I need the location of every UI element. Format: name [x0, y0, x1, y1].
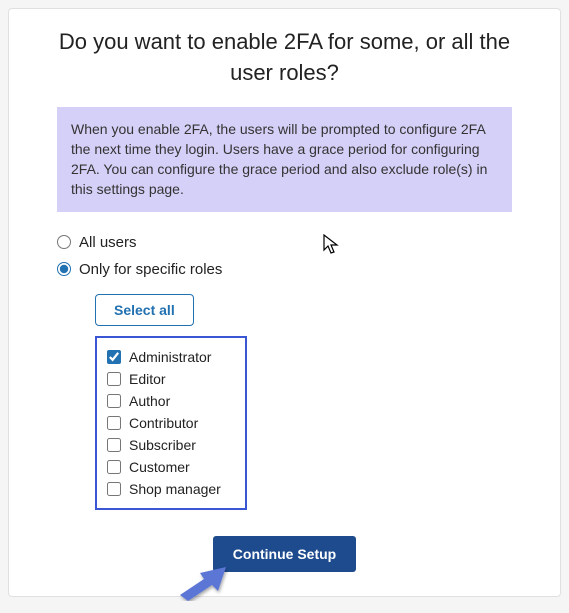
radio-specific-roles-input[interactable] [57, 262, 71, 276]
info-box: When you enable 2FA, the users will be p… [57, 107, 512, 212]
radio-all-users-label: All users [79, 234, 137, 251]
role-checkbox[interactable] [107, 350, 121, 364]
role-label: Shop manager [129, 481, 221, 497]
role-row[interactable]: Author [107, 390, 235, 412]
role-label: Author [129, 393, 170, 409]
role-checkbox[interactable] [107, 438, 121, 452]
role-checkbox[interactable] [107, 482, 121, 496]
role-label: Contributor [129, 415, 198, 431]
role-row[interactable]: Shop manager [107, 478, 235, 500]
radio-all-users[interactable]: All users [57, 234, 532, 251]
page-title: Do you want to enable 2FA for some, or a… [37, 27, 532, 89]
role-label: Subscriber [129, 437, 196, 453]
radio-specific-roles-label: Only for specific roles [79, 261, 222, 278]
select-all-button[interactable]: Select all [95, 294, 194, 326]
role-row[interactable]: Subscriber [107, 434, 235, 456]
continue-setup-button[interactable]: Continue Setup [213, 536, 356, 572]
role-checkbox[interactable] [107, 460, 121, 474]
roles-list: Administrator Editor Author Contributor Subs… [95, 336, 247, 510]
role-checkbox[interactable] [107, 394, 121, 408]
role-row[interactable]: Contributor [107, 412, 235, 434]
radio-all-users-input[interactable] [57, 235, 71, 249]
role-checkbox[interactable] [107, 372, 121, 386]
radio-specific-roles[interactable]: Only for specific roles [57, 261, 532, 278]
setup-card: Do you want to enable 2FA for some, or a… [8, 8, 561, 597]
role-row[interactable]: Customer [107, 456, 235, 478]
scope-radio-group: All users Only for specific roles [57, 234, 532, 278]
role-row[interactable]: Editor [107, 368, 235, 390]
role-label: Editor [129, 371, 166, 387]
role-row[interactable]: Administrator [107, 346, 235, 368]
role-label: Administrator [129, 349, 211, 365]
role-label: Customer [129, 459, 190, 475]
role-checkbox[interactable] [107, 416, 121, 430]
